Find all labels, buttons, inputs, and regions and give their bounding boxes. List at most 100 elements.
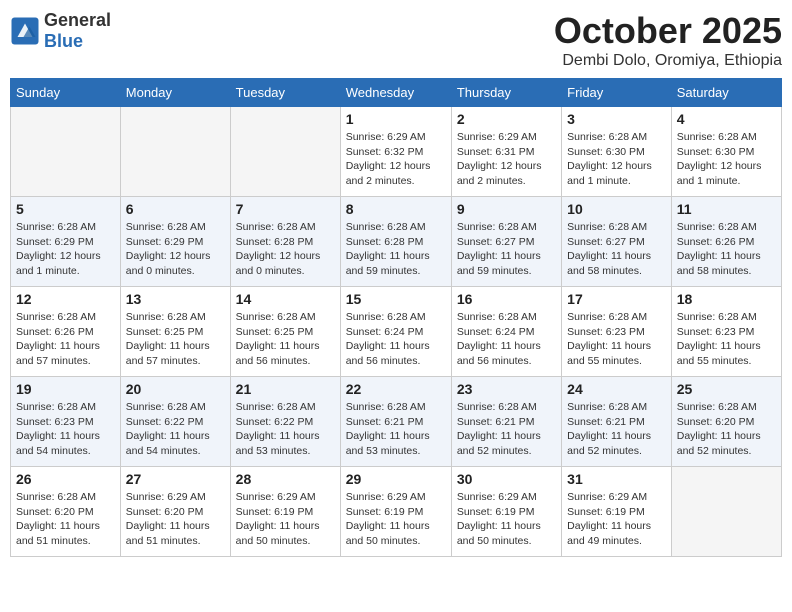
day-info: Sunrise: 6:28 AMSunset: 6:23 PMDaylight:… [567,310,666,369]
calendar-cell: 17 Sunrise: 6:28 AMSunset: 6:23 PMDayligh… [562,287,672,377]
day-info: Sunrise: 6:29 AMSunset: 6:31 PMDaylight:… [457,130,556,189]
calendar-cell: 18 Sunrise: 6:28 AMSunset: 6:23 PMDayligh… [671,287,781,377]
day-number: 19 [16,381,115,397]
calendar-cell: 30 Sunrise: 6:29 AMSunset: 6:19 PMDayligh… [451,467,561,557]
day-info: Sunrise: 6:28 AMSunset: 6:28 PMDaylight:… [236,220,335,279]
day-number: 4 [677,111,776,127]
day-number: 14 [236,291,335,307]
day-number: 21 [236,381,335,397]
day-number: 25 [677,381,776,397]
day-info: Sunrise: 6:28 AMSunset: 6:25 PMDaylight:… [236,310,335,369]
logo-text: General Blue [44,10,111,52]
calendar-cell: 6Sunrise: 6:28 AMSunset: 6:29 PMDaylight… [120,197,230,287]
day-number: 24 [567,381,666,397]
day-number: 10 [567,201,666,217]
day-number: 27 [126,471,225,487]
calendar-cell: 25Sunrise: 6:28 AMSunset: 6:20 PMDayligh… [671,377,781,467]
calendar-cell: 12 Sunrise: 6:28 AMSunset: 6:26 PMDayligh… [11,287,121,377]
page-header: General Blue October 2025 Dembi Dolo, Or… [10,10,782,70]
day-number: 2 [457,111,556,127]
calendar-week-row: 26 Sunrise: 6:28 AMSunset: 6:20 PMDayligh… [11,467,782,557]
day-number: 23 [457,381,556,397]
day-header-sunday: Sunday [11,79,121,107]
month-title: October 2025 [554,10,782,52]
day-number: 30 [457,471,556,487]
calendar-cell: 4 Sunrise: 6:28 AMSunset: 6:30 PMDaylight… [671,107,781,197]
day-info: Sunrise: 6:28 AMSunset: 6:22 PMDaylight:… [126,400,225,459]
logo-blue-text: Blue [44,31,111,52]
calendar-cell: 19 Sunrise: 6:28 AMSunset: 6:23 PMDayligh… [11,377,121,467]
day-info: Sunrise: 6:28 AMSunset: 6:21 PMDaylight:… [567,400,666,459]
day-info: Sunrise: 6:29 AMSunset: 6:20 PMDaylight:… [126,490,225,549]
day-info: Sunrise: 6:28 AMSunset: 6:24 PMDaylight:… [457,310,556,369]
day-info: Sunrise: 6:28 AMSunset: 6:28 PMDaylight:… [346,220,446,279]
day-number: 22 [346,381,446,397]
day-info: Sunrise: 6:29 AMSunset: 6:19 PMDaylight:… [457,490,556,549]
day-number: 31 [567,471,666,487]
calendar-cell: 3 Sunrise: 6:28 AMSunset: 6:30 PMDaylight… [562,107,672,197]
calendar-cell: 20Sunrise: 6:28 AMSunset: 6:22 PMDayligh… [120,377,230,467]
calendar-week-row: 19 Sunrise: 6:28 AMSunset: 6:23 PMDayligh… [11,377,782,467]
calendar-cell: 10 Sunrise: 6:28 AMSunset: 6:27 PMDayligh… [562,197,672,287]
calendar-cell: 2 Sunrise: 6:29 AMSunset: 6:31 PMDaylight… [451,107,561,197]
calendar-cell: 28Sunrise: 6:29 AMSunset: 6:19 PMDayligh… [230,467,340,557]
calendar-cell: 15Sunrise: 6:28 AMSunset: 6:24 PMDayligh… [340,287,451,377]
calendar-cell: 1 Sunrise: 6:29 AMSunset: 6:32 PMDaylight… [340,107,451,197]
title-block: October 2025 Dembi Dolo, Oromiya, Ethiop… [554,10,782,70]
day-number: 18 [677,291,776,307]
calendar-cell: 26 Sunrise: 6:28 AMSunset: 6:20 PMDayligh… [11,467,121,557]
day-info: Sunrise: 6:28 AMSunset: 6:21 PMDaylight:… [457,400,556,459]
day-info: Sunrise: 6:28 AMSunset: 6:30 PMDaylight:… [677,130,776,189]
calendar-week-row: 1 Sunrise: 6:29 AMSunset: 6:32 PMDaylight… [11,107,782,197]
day-number: 7 [236,201,335,217]
day-info: Sunrise: 6:28 AMSunset: 6:21 PMDaylight:… [346,400,446,459]
calendar-cell: 22 Sunrise: 6:28 AMSunset: 6:21 PMDayligh… [340,377,451,467]
day-number: 11 [677,201,776,217]
day-number: 16 [457,291,556,307]
calendar-cell [671,467,781,557]
calendar-cell: 5 Sunrise: 6:28 AMSunset: 6:29 PMDaylight… [11,197,121,287]
calendar-cell: 29 Sunrise: 6:29 AMSunset: 6:19 PMDayligh… [340,467,451,557]
day-header-friday: Friday [562,79,672,107]
calendar-table: SundayMondayTuesdayWednesdayThursdayFrid… [10,78,782,557]
day-info: Sunrise: 6:28 AMSunset: 6:29 PMDaylight:… [16,220,115,279]
day-info: Sunrise: 6:28 AMSunset: 6:23 PMDaylight:… [16,400,115,459]
calendar-cell: 21Sunrise: 6:28 AMSunset: 6:22 PMDayligh… [230,377,340,467]
day-info: Sunrise: 6:28 AMSunset: 6:27 PMDaylight:… [457,220,556,279]
day-info: Sunrise: 6:28 AMSunset: 6:25 PMDaylight:… [126,310,225,369]
day-number: 28 [236,471,335,487]
day-info: Sunrise: 6:28 AMSunset: 6:26 PMDaylight:… [16,310,115,369]
day-header-saturday: Saturday [671,79,781,107]
calendar-cell: 13Sunrise: 6:28 AMSunset: 6:25 PMDayligh… [120,287,230,377]
calendar-cell: 11 Sunrise: 6:28 AMSunset: 6:26 PMDayligh… [671,197,781,287]
day-number: 3 [567,111,666,127]
day-info: Sunrise: 6:28 AMSunset: 6:23 PMDaylight:… [677,310,776,369]
day-info: Sunrise: 6:29 AMSunset: 6:19 PMDaylight:… [346,490,446,549]
day-info: Sunrise: 6:29 AMSunset: 6:32 PMDaylight:… [346,130,446,189]
day-header-tuesday: Tuesday [230,79,340,107]
calendar-cell: 23 Sunrise: 6:28 AMSunset: 6:21 PMDayligh… [451,377,561,467]
day-number: 5 [16,201,115,217]
logo-icon [10,16,40,46]
day-info: Sunrise: 6:28 AMSunset: 6:20 PMDaylight:… [16,490,115,549]
calendar-cell [11,107,121,197]
day-header-thursday: Thursday [451,79,561,107]
calendar-cell [120,107,230,197]
calendar-cell: 9Sunrise: 6:28 AMSunset: 6:27 PMDaylight… [451,197,561,287]
day-info: Sunrise: 6:28 AMSunset: 6:27 PMDaylight:… [567,220,666,279]
calendar-week-row: 12 Sunrise: 6:28 AMSunset: 6:26 PMDayligh… [11,287,782,377]
day-info: Sunrise: 6:28 AMSunset: 6:26 PMDaylight:… [677,220,776,279]
day-header-wednesday: Wednesday [340,79,451,107]
calendar-cell: 8Sunrise: 6:28 AMSunset: 6:28 PMDaylight… [340,197,451,287]
calendar-week-row: 5 Sunrise: 6:28 AMSunset: 6:29 PMDaylight… [11,197,782,287]
day-number: 1 [346,111,446,127]
day-number: 26 [16,471,115,487]
calendar-cell: 31 Sunrise: 6:29 AMSunset: 6:19 PMDayligh… [562,467,672,557]
day-number: 29 [346,471,446,487]
day-info: Sunrise: 6:28 AMSunset: 6:30 PMDaylight:… [567,130,666,189]
calendar-cell: 27 Sunrise: 6:29 AMSunset: 6:20 PMDayligh… [120,467,230,557]
location-text: Dembi Dolo, Oromiya, Ethiopia [554,52,782,70]
day-number: 12 [16,291,115,307]
day-info: Sunrise: 6:29 AMSunset: 6:19 PMDaylight:… [567,490,666,549]
day-number: 17 [567,291,666,307]
